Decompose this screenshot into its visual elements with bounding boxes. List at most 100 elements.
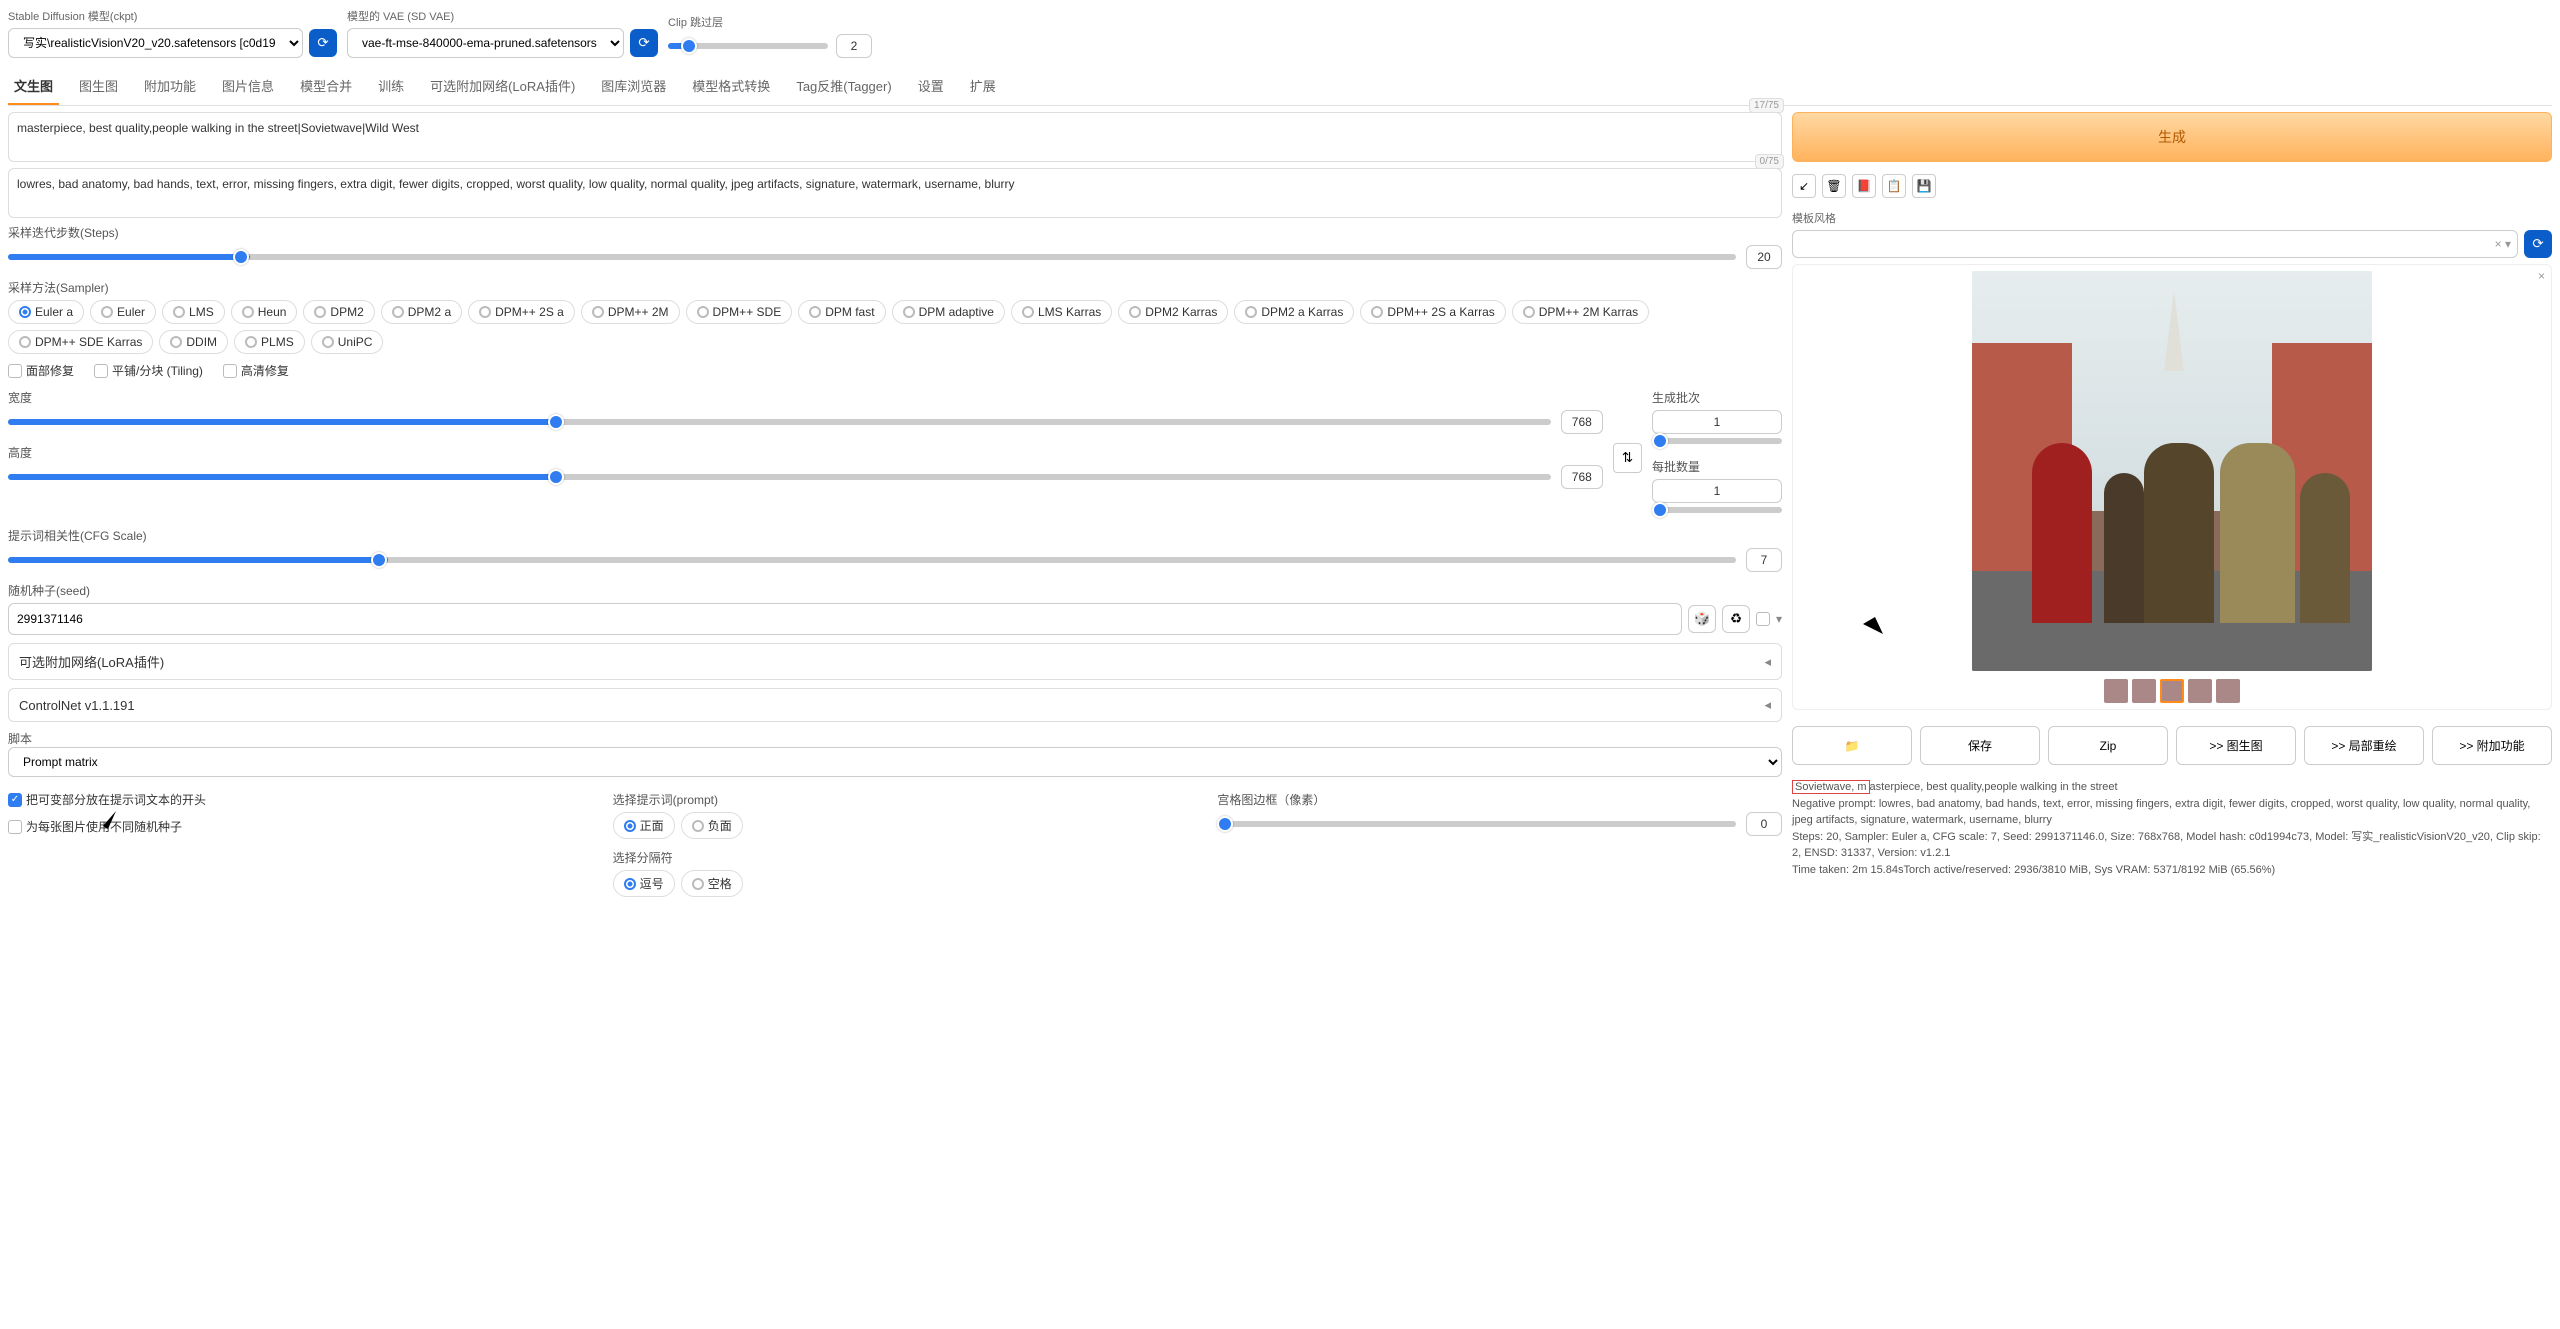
controlnet-collapse[interactable]: ControlNet v1.1.191◂ — [8, 688, 1782, 722]
hires-checkbox[interactable]: 高清修复 — [223, 362, 289, 379]
negative-counter: 0/75 — [1755, 154, 1784, 169]
save-button[interactable]: 保存 — [1920, 726, 2040, 765]
sampler-option[interactable]: DPM++ 2S a Karras — [1360, 300, 1505, 324]
sampler-option[interactable]: DPM++ 2S a — [468, 300, 575, 324]
face-restore-checkbox[interactable]: 面部修复 — [8, 362, 74, 379]
batch-count-value[interactable]: 1 — [1652, 410, 1782, 434]
sampler-option[interactable]: Euler a — [8, 300, 84, 324]
positive-prompt[interactable]: masterpiece, best quality,people walking… — [8, 112, 1782, 162]
batch-size-value[interactable]: 1 — [1652, 479, 1782, 503]
zip-button[interactable]: Zip — [2048, 726, 2168, 765]
tab-1[interactable]: 图生图 — [73, 68, 124, 105]
tab-4[interactable]: 模型合并 — [294, 68, 358, 105]
sampler-option[interactable]: DPM fast — [798, 300, 885, 324]
tab-0[interactable]: 文生图 — [8, 68, 59, 105]
to-inpaint-button[interactable]: >> 局部重绘 — [2304, 726, 2424, 765]
thumb[interactable] — [2104, 679, 2128, 703]
steps-value[interactable]: 20 — [1746, 245, 1782, 269]
sampler-option[interactable]: DPM adaptive — [892, 300, 1005, 324]
sampler-option[interactable]: DDIM — [159, 330, 228, 354]
trash-icon[interactable]: 🗑 — [1822, 174, 1846, 198]
sampler-option[interactable]: DPM++ 2M Karras — [1512, 300, 1649, 324]
pm-opt2-checkbox[interactable]: 为每张图片使用不同随机种子 — [8, 818, 573, 835]
book-icon[interactable]: 📕 — [1852, 174, 1876, 198]
sampler-option[interactable]: DPM++ SDE Karras — [8, 330, 153, 354]
width-slider[interactable] — [8, 419, 1551, 425]
seed-input[interactable] — [8, 603, 1682, 635]
close-icon[interactable]: × ▾ — [2495, 237, 2511, 251]
arrow-icon[interactable]: ↙ — [1792, 174, 1816, 198]
clip-slider[interactable] — [668, 43, 828, 49]
tab-5[interactable]: 训练 — [372, 68, 410, 105]
lora-collapse[interactable]: 可选附加网络(LoRA插件)◂ — [8, 643, 1782, 680]
tab-8[interactable]: 模型格式转换 — [686, 68, 776, 105]
pm-comma-radio[interactable]: 逗号 — [613, 870, 675, 897]
sampler-option[interactable]: Euler — [90, 300, 156, 324]
clip-skip: Clip 跳过层 2 — [668, 14, 872, 58]
sampler-option[interactable]: DPM++ SDE — [686, 300, 793, 324]
pm-margin-value[interactable]: 0 — [1746, 812, 1782, 836]
batch-size-slider[interactable] — [1652, 507, 1782, 513]
style-select[interactable]: × ▾ — [1792, 230, 2518, 258]
style-refresh-button[interactable]: ⟳ — [2524, 230, 2552, 258]
thumb[interactable] — [2216, 679, 2240, 703]
tab-6[interactable]: 可选附加网络(LoRA插件) — [424, 68, 581, 105]
width-value[interactable]: 768 — [1561, 410, 1603, 434]
refresh-model-button[interactable]: ⟳ — [309, 29, 337, 57]
tab-7[interactable]: 图库浏览器 — [595, 68, 672, 105]
cfg-slider[interactable] — [8, 557, 1736, 563]
sampler-option[interactable]: LMS Karras — [1011, 300, 1112, 324]
steps-slider[interactable] — [8, 254, 1736, 260]
clip-value[interactable]: 2 — [836, 34, 872, 58]
tab-10[interactable]: 设置 — [912, 68, 950, 105]
pm-space-radio[interactable]: 空格 — [681, 870, 743, 897]
model-select[interactable]: 写实\realisticVisionV20_v20.safetensors [c… — [8, 28, 303, 58]
sampler-option[interactable]: DPM2 Karras — [1118, 300, 1228, 324]
pm-positive-radio[interactable]: 正面 — [613, 812, 675, 839]
thumb[interactable] — [2188, 679, 2212, 703]
tab-9[interactable]: Tag反推(Tagger) — [790, 68, 897, 105]
sampler-option[interactable]: Heun — [231, 300, 298, 324]
sampler-option[interactable]: DPM2 a — [381, 300, 462, 324]
generate-button[interactable]: 生成 — [1792, 112, 2552, 162]
steps-row: 采样迭代步数(Steps) 20 — [8, 224, 1782, 269]
tab-11[interactable]: 扩展 — [964, 68, 1002, 105]
tab-2[interactable]: 附加功能 — [138, 68, 202, 105]
vae-select[interactable]: vae-ft-mse-840000-ema-pruned.safetensors — [347, 28, 624, 58]
pm-opt1-checkbox[interactable]: 把可变部分放在提示词文本的开头 — [8, 791, 573, 808]
model-label: Stable Diffusion 模型(ckpt) — [8, 8, 337, 24]
tiling-checkbox[interactable]: 平铺/分块 (Tiling) — [94, 362, 203, 379]
thumb[interactable] — [2132, 679, 2156, 703]
height-value[interactable]: 768 — [1561, 465, 1603, 489]
tab-3[interactable]: 图片信息 — [216, 68, 280, 105]
seed-extra-checkbox[interactable] — [1756, 612, 1770, 626]
clipboard-icon[interactable]: 📋 — [1882, 174, 1906, 198]
batch-count-slider[interactable] — [1652, 438, 1782, 444]
sampler-option[interactable]: UniPC — [311, 330, 384, 354]
seed-random-button[interactable]: 🎲 — [1688, 605, 1716, 633]
thumb[interactable] — [2160, 679, 2184, 703]
open-folder-button[interactable]: 📁 — [1792, 726, 1912, 765]
preview-close-button[interactable]: × — [2538, 269, 2545, 283]
refresh-vae-button[interactable]: ⟳ — [630, 29, 658, 57]
sampler-option[interactable]: PLMS — [234, 330, 305, 354]
preview-image[interactable] — [1972, 271, 2372, 671]
sampler-options: Euler aEulerLMSHeunDPM2DPM2 aDPM++ 2S aD… — [8, 300, 1782, 354]
to-extras-button[interactable]: >> 附加功能 — [2432, 726, 2552, 765]
cfg-value[interactable]: 7 — [1746, 548, 1782, 572]
vae-label: 模型的 VAE (SD VAE) — [347, 8, 658, 24]
sampler-option[interactable]: DPM2 — [303, 300, 374, 324]
save-icon[interactable]: 💾 — [1912, 174, 1936, 198]
script-select[interactable]: Prompt matrix — [8, 747, 1782, 777]
negative-prompt[interactable]: lowres, bad anatomy, bad hands, text, er… — [8, 168, 1782, 218]
sampler-option[interactable]: LMS — [162, 300, 225, 324]
to-img2img-button[interactable]: >> 图生图 — [2176, 726, 2296, 765]
sampler-option[interactable]: DPM2 a Karras — [1234, 300, 1354, 324]
sampler-option[interactable]: DPM++ 2M — [581, 300, 680, 324]
height-slider[interactable] — [8, 474, 1551, 480]
seed-reuse-button[interactable]: ♻ — [1722, 605, 1750, 633]
pm-margin-slider[interactable] — [1217, 821, 1736, 827]
chevron-down-icon: ▾ — [1776, 612, 1782, 626]
pm-negative-radio[interactable]: 负面 — [681, 812, 743, 839]
swap-wh-button[interactable]: ⇅ — [1613, 443, 1642, 473]
